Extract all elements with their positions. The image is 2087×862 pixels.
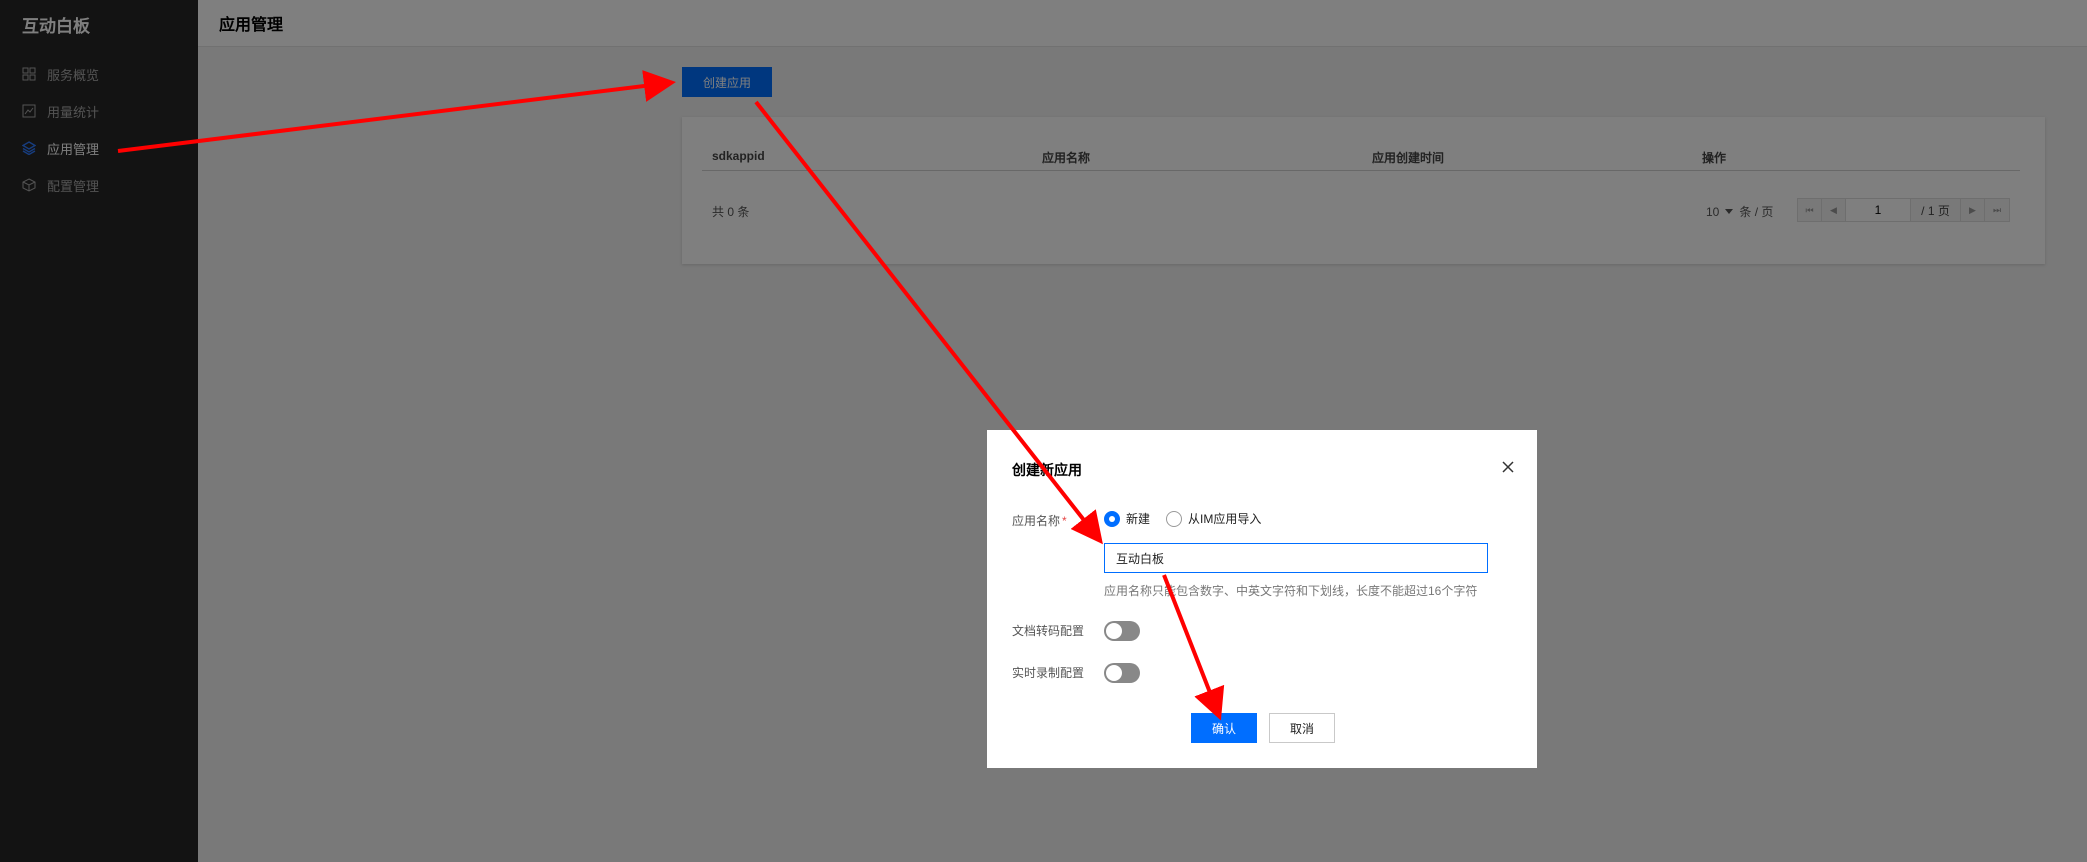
cancel-button[interactable]: 取消 (1269, 713, 1335, 743)
radio-new[interactable]: 新建 (1104, 510, 1150, 527)
doc-transcode-toggle[interactable] (1104, 621, 1140, 641)
required-mark: * (1062, 514, 1067, 528)
radio-import-from-im[interactable]: 从IM应用导入 (1166, 510, 1261, 527)
doc-transcode-label: 文档转码配置 (1012, 624, 1085, 638)
confirm-button[interactable]: 确认 (1191, 713, 1257, 743)
dialog-title: 创建新应用 (1012, 462, 1082, 478)
create-app-dialog: 创建新应用 应用名称* 新建 从IM应用导入 应用名称只能包含数字、中英文字符和… (987, 430, 1537, 768)
radio-unchecked-icon (1166, 510, 1182, 527)
close-icon[interactable] (1499, 458, 1517, 476)
app-name-label-text: 应用名称 (1012, 514, 1061, 528)
radio-checked-icon (1104, 510, 1120, 527)
toggle-knob (1106, 623, 1122, 639)
toggle-knob (1106, 665, 1122, 681)
radio-new-label: 新建 (1126, 512, 1151, 526)
realtime-record-label: 实时录制配置 (1012, 666, 1085, 680)
radio-import-label: 从IM应用导入 (1188, 512, 1262, 526)
app-name-input[interactable] (1104, 543, 1488, 573)
app-name-label: 应用名称 * (1012, 512, 1067, 529)
app-name-hint: 应用名称只能包含数字、中英文字符和下划线，长度不能超过16个字符 (1104, 584, 1478, 598)
realtime-record-toggle[interactable] (1104, 663, 1140, 683)
